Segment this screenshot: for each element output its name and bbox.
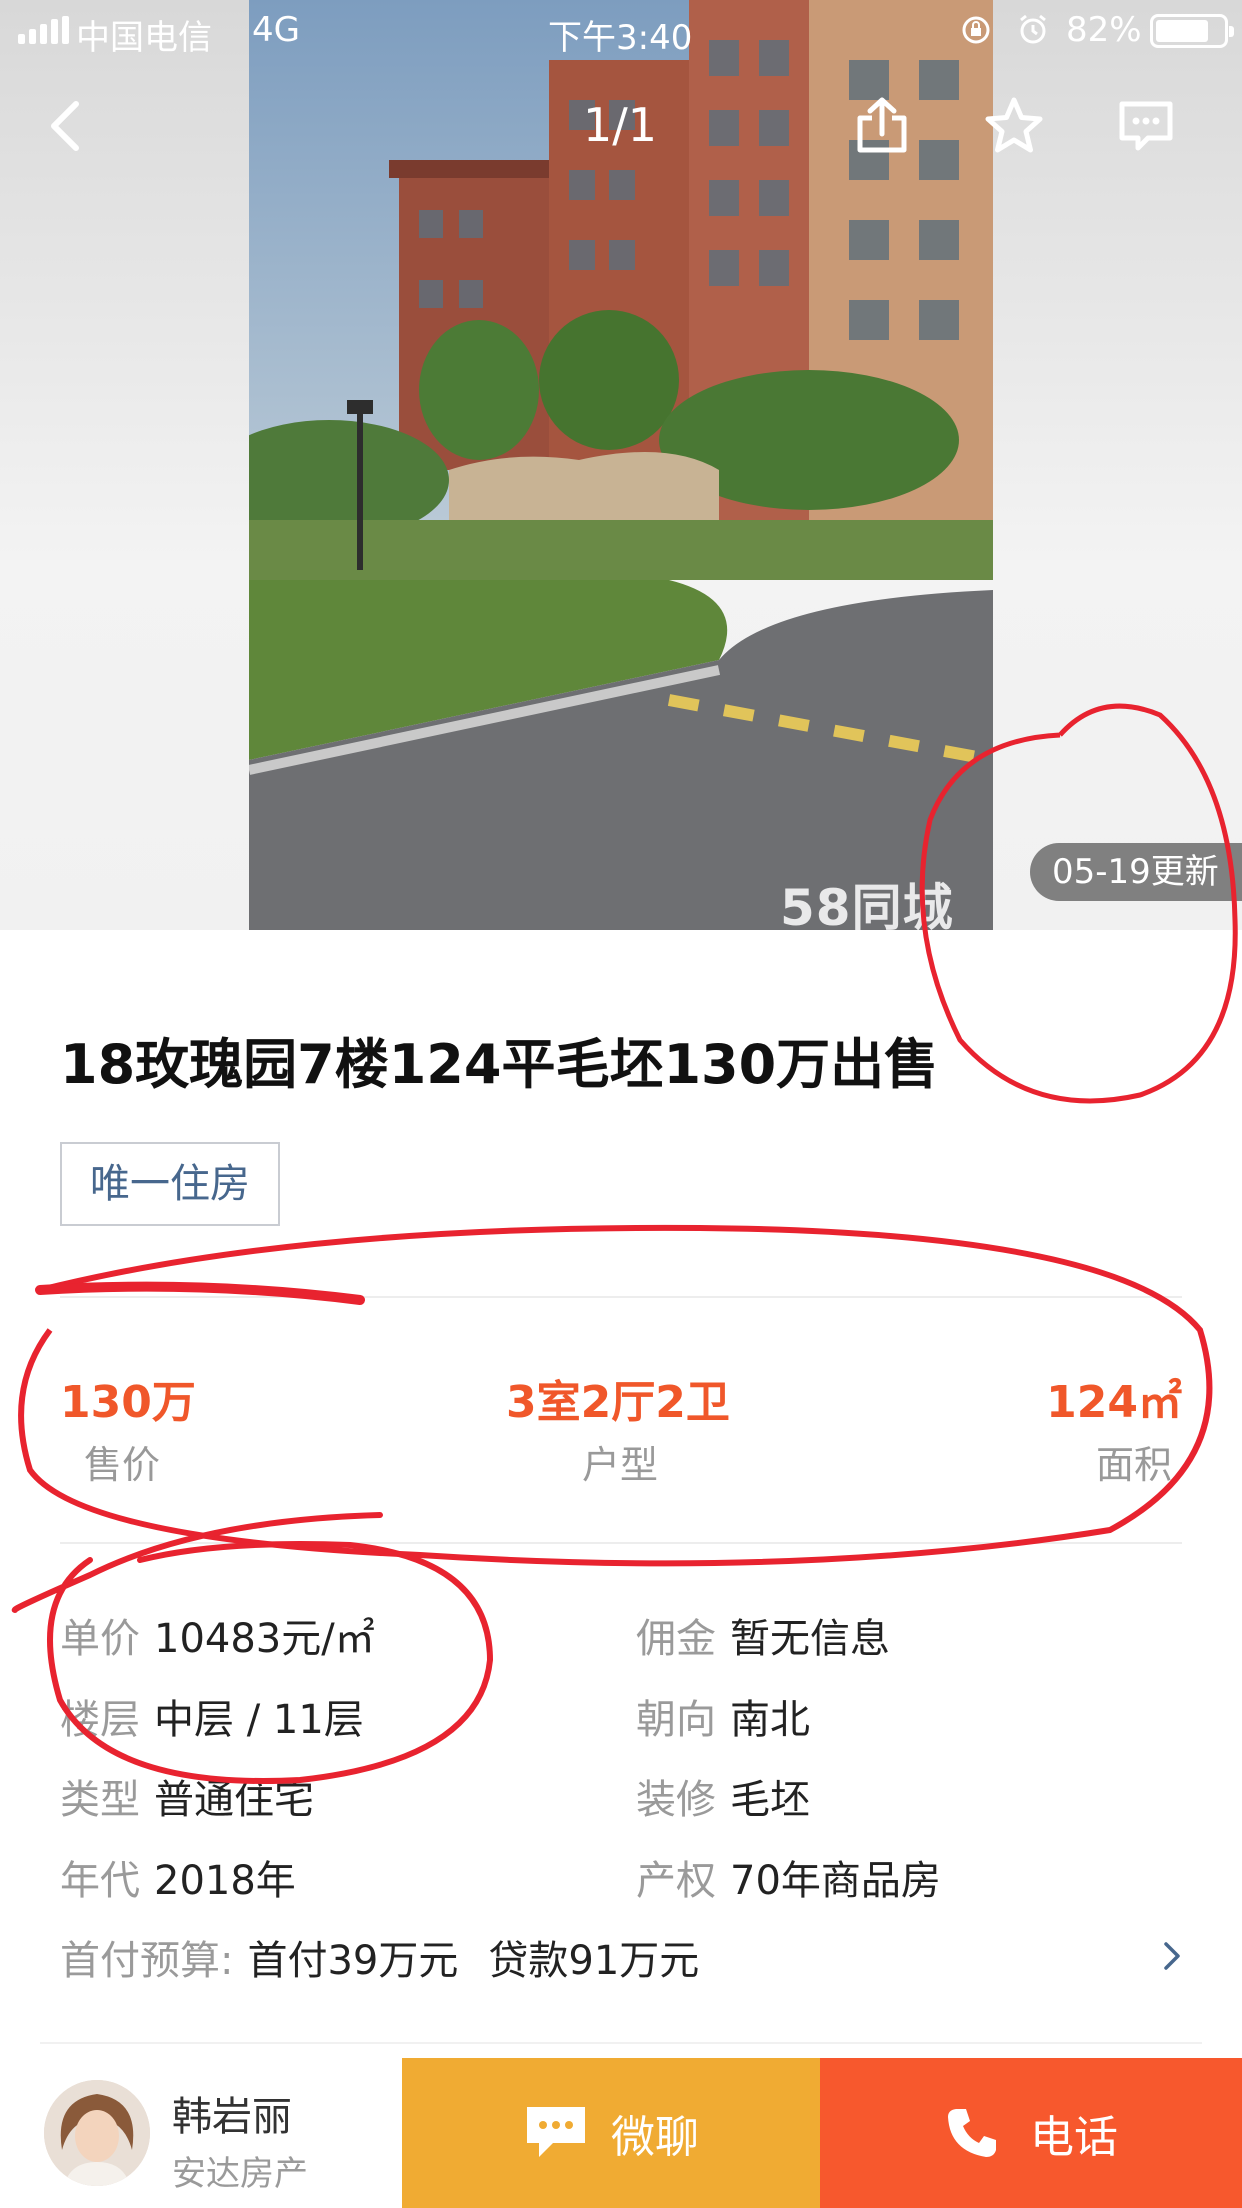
- photo-counter: 1/1: [582, 98, 658, 152]
- agent-card[interactable]: 韩岩丽 安达房产: [0, 2058, 402, 2208]
- attr-value: 南北: [730, 1697, 810, 1743]
- message-icon: [1119, 101, 1173, 151]
- agent-name: 韩岩丽: [172, 2094, 292, 2140]
- attr-value: 中层 / 11层: [154, 1697, 364, 1743]
- clock: 下午3:40: [548, 18, 693, 58]
- carrier-label: 中国电信: [76, 18, 212, 58]
- battery-percent: 82%: [1066, 10, 1142, 50]
- wechat-label: 微聊: [611, 2112, 699, 2163]
- photo-watermark: 58同城: [780, 879, 954, 930]
- chat-bubble-icon: [527, 2107, 585, 2157]
- divider: [40, 2042, 1202, 2044]
- share-button[interactable]: [846, 90, 918, 162]
- phone-icon: [948, 2109, 996, 2157]
- attr-label: 类型: [60, 1777, 140, 1823]
- annotation-underline-stroke: [35, 1281, 365, 1305]
- battery-icon: [1150, 14, 1234, 48]
- attr-label: 楼层: [60, 1697, 140, 1743]
- listing-tag: 唯一住房: [60, 1142, 280, 1226]
- layout-label: 户型: [582, 1443, 659, 1487]
- share-icon: [857, 97, 907, 153]
- down-payment: 首付39万元: [247, 1938, 459, 1984]
- attr-label: 产权: [636, 1858, 716, 1904]
- divider: [60, 1542, 1182, 1544]
- attr-label: 佣金: [636, 1616, 716, 1662]
- area-value: 124㎡: [1046, 1377, 1182, 1428]
- rotation-lock-icon: [962, 16, 990, 44]
- attr-commission: 佣金 暂无信息: [636, 1606, 890, 1664]
- attr-label: 年代: [60, 1858, 140, 1904]
- attr-value: 10483元/㎡: [154, 1616, 375, 1662]
- layout-value: 3室2厅2卫: [506, 1377, 730, 1428]
- avatar[interactable]: [44, 2080, 150, 2186]
- chevron-right-icon[interactable]: [1160, 1936, 1186, 1976]
- update-badge: 05-19更新: [1030, 843, 1242, 901]
- area-label: 面积: [1095, 1443, 1172, 1487]
- wechat-chat-button[interactable]: 微聊: [402, 2058, 820, 2208]
- photo-gallery[interactable]: 58同城 中国电信 4G 下午3:40 82% 1/1 05-19更新: [0, 0, 1242, 930]
- attr-property-right: 产权 70年商品房: [636, 1848, 941, 1906]
- attr-value: 普通住宅: [154, 1777, 314, 1823]
- back-icon: [51, 101, 79, 151]
- favorite-button[interactable]: [978, 90, 1050, 162]
- attr-label: 朝向: [636, 1697, 716, 1743]
- attr-label: 单价: [60, 1616, 140, 1662]
- attr-unit-price: 单价 10483元/㎡: [60, 1606, 375, 1664]
- bottom-action-bar: 韩岩丽 安达房产 微聊 电话: [0, 2058, 1242, 2208]
- network-label: 4G: [252, 10, 300, 50]
- call-label: 电话: [1030, 2112, 1118, 2163]
- attr-decoration: 装修 毛坯: [636, 1767, 810, 1825]
- signal-icon: [18, 16, 69, 44]
- attr-label: 装修: [636, 1777, 716, 1823]
- message-button[interactable]: [1110, 90, 1182, 162]
- attr-value: 暂无信息: [730, 1616, 890, 1662]
- status-bar: 中国电信 4G 下午3:40 82%: [0, 0, 1242, 60]
- loan-amount: 贷款91万元: [488, 1938, 700, 1984]
- budget-label: 首付预算:: [60, 1938, 234, 1984]
- attr-value: 2018年: [154, 1858, 296, 1904]
- attr-year: 年代 2018年: [60, 1848, 296, 1906]
- divider: [60, 1296, 1182, 1298]
- attr-orientation: 朝向 南北: [636, 1687, 810, 1745]
- alarm-icon: [1020, 14, 1046, 44]
- price-label: 售价: [84, 1443, 161, 1487]
- call-button[interactable]: 电话: [820, 2058, 1242, 2208]
- attr-type: 类型 普通住宅: [60, 1767, 314, 1825]
- agent-company: 安达房产: [172, 2154, 308, 2194]
- attr-floor: 楼层 中层 / 11层: [60, 1687, 364, 1745]
- star-icon: [985, 97, 1043, 153]
- attr-value: 毛坯: [730, 1777, 810, 1823]
- listing-title: 18玫瑰园7楼124平毛坯130万出售: [60, 1033, 939, 1096]
- attr-value: 70年商品房: [730, 1858, 941, 1904]
- budget-row[interactable]: 首付预算: 首付39万元 贷款91万元: [60, 1928, 729, 1986]
- back-button[interactable]: [30, 90, 102, 162]
- price-value: 130万: [60, 1377, 196, 1428]
